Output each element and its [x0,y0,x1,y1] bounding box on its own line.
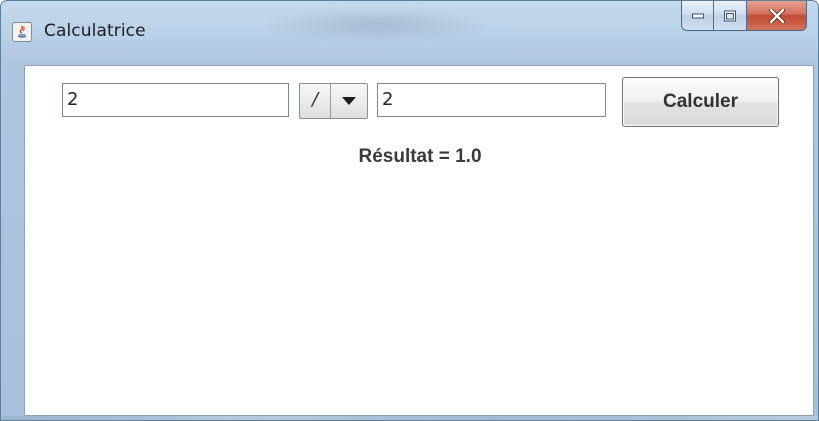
minimize-icon [691,13,704,18]
content-panel: 2 / 2 Calculer Résultat = 1.0 [24,65,814,416]
operator-select[interactable]: / [299,83,368,119]
operand-right-input[interactable]: 2 [377,83,606,117]
close-button[interactable] [747,1,807,31]
maximize-icon [724,10,736,21]
title-bar[interactable]: Calculatrice [1,1,818,65]
close-icon [768,8,785,23]
operator-dropdown-button[interactable] [330,84,367,118]
caption-buttons [681,1,807,41]
java-icon[interactable] [12,22,32,42]
result-label: Résultat = 1.0 [358,146,482,167]
window-bottom-border [1,416,818,420]
calculator-window: Calculatrice 2 / 2 Calculer Résultat = 1… [0,0,819,421]
operand-left-input[interactable]: 2 [62,83,289,117]
window-title: Calculatrice [44,21,146,41]
dropdown-arrow-icon [341,97,356,105]
calculate-button[interactable]: Calculer [622,77,779,127]
minimize-button[interactable] [681,1,714,31]
operator-value: / [300,84,331,118]
maximize-button[interactable] [714,1,747,31]
